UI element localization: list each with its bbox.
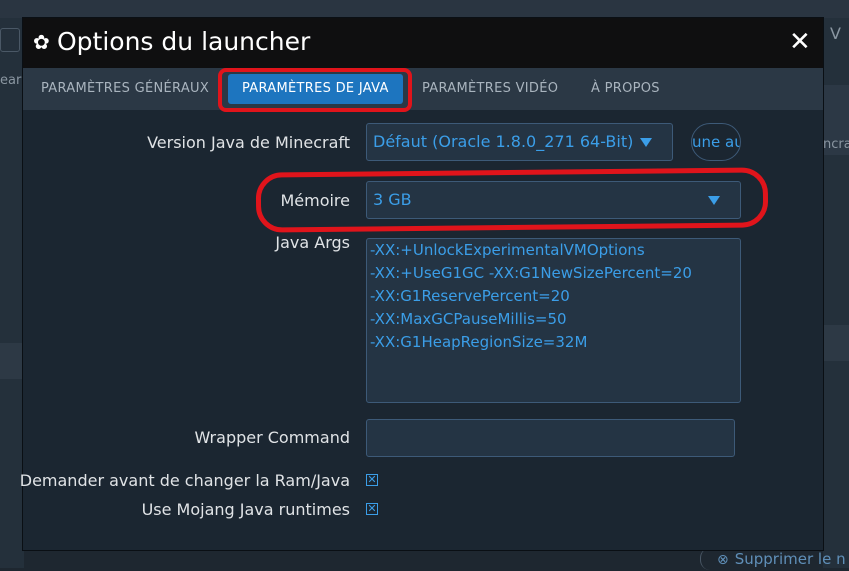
background-delete-button[interactable]: ⊗ Supprimer le n: [700, 548, 849, 570]
background-left-text: ear: [0, 73, 22, 88]
background-delete-label: Supprimer le n: [734, 550, 846, 568]
background-app-header: [0, 0, 849, 18]
java-version-select[interactable]: Défaut (Oracle 1.8.0_271 64-Bit): [366, 123, 673, 161]
gear-icon: ✿: [33, 30, 50, 54]
java-args-line: -XX:MaxGCPauseMillis=50: [370, 310, 567, 328]
java-args-line: -XX:+UseG1GC -XX:G1NewSizePercent=20: [370, 264, 692, 282]
ask-ram-java-checkbox[interactable]: ✕: [366, 474, 378, 486]
chevron-down-icon: [640, 138, 652, 147]
other-java-button[interactable]: une aut: [691, 123, 741, 161]
java-args-line: -XX:+UnlockExperimentalVMOptions: [370, 241, 645, 259]
wrapper-command-label: Wrapper Command: [194, 428, 350, 447]
java-version-label: Version Java de Minecraft: [147, 133, 350, 152]
memory-annotation-highlight: [255, 167, 769, 233]
java-args-textarea[interactable]: -XX:+UnlockExperimentalVMOptions -XX:+Us…: [366, 238, 741, 403]
java-version-value: Défaut (Oracle 1.8.0_271 64-Bit): [373, 132, 634, 151]
close-icon[interactable]: ✕: [789, 28, 811, 56]
tab-bar: PARAMÈTRES GÉNÉRAUX PARAMÈTRES DE JAVA P…: [23, 68, 823, 110]
tab-general-settings[interactable]: PARAMÈTRES GÉNÉRAUX: [41, 68, 209, 110]
java-args-line: -XX:G1ReservePercent=20: [370, 287, 570, 305]
launcher-options-dialog: ✿ Options du launcher ✕ PARAMÈTRES GÉNÉR…: [19, 18, 823, 550]
background-left-band: [0, 343, 24, 379]
tab-about[interactable]: À PROPOS: [591, 68, 660, 110]
wrapper-command-input[interactable]: [366, 419, 735, 457]
mojang-runtimes-checkbox[interactable]: ✕: [366, 503, 378, 515]
background-right-letter: V: [830, 24, 841, 43]
background-right-band: [823, 325, 849, 361]
delete-circle-icon: ⊗: [717, 552, 729, 568]
background-left-button[interactable]: [0, 28, 20, 52]
java-args-label: Java Args: [275, 233, 350, 252]
dialog-title: Options du launcher: [57, 27, 311, 56]
java-args-line: -XX:G1HeapRegionSize=32M: [370, 333, 588, 351]
background-right-text: ncraft: [823, 137, 849, 152]
tab-video-settings[interactable]: PARAMÈTRES VIDÉO: [422, 68, 558, 110]
dialog-titlebar: ✿ Options du launcher ✕: [23, 18, 823, 68]
mojang-runtimes-label: Use Mojang Java runtimes: [141, 500, 350, 519]
ask-ram-java-label: Demander avant de changer la Ram/Java: [19, 471, 350, 490]
tab-annotation-highlight: [218, 68, 412, 112]
